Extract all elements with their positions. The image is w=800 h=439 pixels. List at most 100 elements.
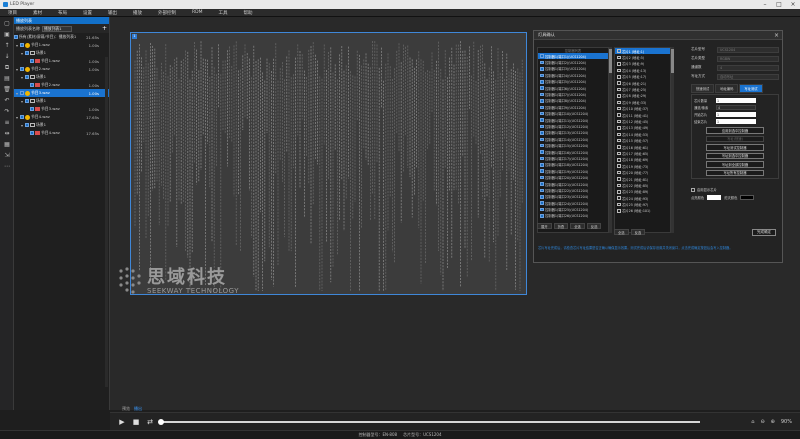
playlist-summary-row[interactable]: 所有(素材/屏幕/节目)：播放列表1 21.65s [14,33,109,41]
checkbox[interactable] [540,105,544,110]
chip-list-button[interactable]: 全选 [614,229,629,235]
playlist-item[interactable]: 节目1.wav 1.00s [14,57,109,65]
checkbox[interactable] [540,86,544,90]
checkbox[interactable] [617,126,621,130]
playlist-item[interactable]: 节目4.wav 17.65s [14,129,109,137]
checkbox[interactable] [617,119,621,124]
checkbox[interactable] [540,163,544,167]
checkbox[interactable] [617,151,621,156]
write-action-button[interactable]: 写址到全部控制器 [706,161,764,168]
checkbox[interactable] [617,158,621,162]
menu-item[interactable]: 播放 [125,10,150,16]
playlist-item[interactable]: ▾ 节目2.wav 1.00s [14,65,109,73]
write-action-button[interactable]: 写址(快速) [706,135,764,142]
menu-item[interactable]: 外部控制 [150,10,184,16]
checkbox[interactable] [540,54,544,58]
redo-icon[interactable]: ↷ [2,107,12,116]
checkbox[interactable] [20,43,24,47]
write-action-button[interactable]: 写址所有控制器 [706,169,764,176]
dialog-close-icon[interactable]: × [774,32,779,39]
menu-item[interactable]: 设置 [75,10,100,16]
chip-list-item[interactable]: 芯片26 (地址:101) [615,208,670,214]
playlist-item[interactable]: 节目2.wav 1.00s [14,81,109,89]
on-color-swatch[interactable] [707,195,722,200]
checkbox[interactable] [617,196,621,200]
checkbox[interactable] [617,55,621,60]
property-select[interactable]: RGBW [717,55,779,62]
checkbox[interactable] [540,182,544,186]
checkbox[interactable] [540,169,544,173]
fit-icon[interactable]: ⌂ [751,419,754,425]
property-select[interactable]: UCS1204 [717,46,779,53]
checkbox[interactable] [691,187,695,192]
checkbox[interactable] [540,143,544,148]
paste-icon[interactable]: ▤ [2,74,12,83]
menu-item[interactable]: RDM [184,10,210,15]
playlist-select[interactable]: 播放列表1 [42,25,72,32]
checkbox[interactable] [25,75,29,79]
playlist-item[interactable]: ▾ 场景1 [14,97,109,105]
add-icon[interactable]: + [102,25,107,32]
new-icon[interactable]: ▢ [2,19,12,28]
undo-icon[interactable]: ↶ [2,96,12,105]
checkbox[interactable] [617,132,621,137]
write-action-button[interactable]: 写址测试控制器 [706,144,764,151]
checkbox[interactable] [540,124,544,129]
checkbox[interactable] [540,99,544,103]
checkbox[interactable] [617,138,621,143]
checkbox[interactable] [25,99,29,103]
grid-icon[interactable]: ▦ [2,140,12,149]
playlist-item[interactable]: ▾ 节目4.wav 17.65s [14,113,109,121]
checkbox[interactable] [540,207,544,212]
menu-item[interactable]: 输出 [100,10,125,16]
checkbox[interactable] [30,131,34,135]
align-icon[interactable]: ≡ [2,118,12,127]
save-icon[interactable]: ▣ [2,30,12,39]
delete-icon[interactable]: 🗑 [2,85,12,94]
field-input[interactable]: 1 [716,112,756,117]
confirm-button[interactable]: 完成确定 [752,229,776,236]
menu-item[interactable]: 工具 [210,10,235,16]
checkbox[interactable] [20,115,24,119]
preview-canvas[interactable]: 1 [130,32,527,295]
checkbox[interactable] [25,51,29,55]
checkbox[interactable] [20,67,24,71]
stop-icon[interactable]: ■ [132,418,140,426]
checkbox[interactable] [540,201,544,205]
play-icon[interactable]: ▶ [118,418,126,426]
panel-scrollbar[interactable] [105,57,108,387]
checkbox[interactable] [14,35,18,39]
checkbox[interactable] [617,94,621,98]
checkbox[interactable] [617,68,621,73]
checkbox[interactable] [617,177,621,181]
checkbox[interactable] [540,195,544,199]
playlist-item[interactable]: ▾ 场景1 [14,49,109,57]
checkbox[interactable] [617,81,621,85]
property-select[interactable]: 自动写址 [717,73,779,80]
checkbox[interactable] [617,113,621,117]
checkbox[interactable] [617,164,621,168]
field-input[interactable]: 1 [716,119,756,124]
menu-item[interactable]: 帮助 [235,10,260,16]
property-tab[interactable]: 快速测试 [691,84,715,93]
checkbox[interactable] [540,67,544,71]
export-icon[interactable]: ⇲ [2,151,12,160]
checkbox[interactable] [540,73,544,78]
playlist-item[interactable]: ▾ 节目1.wav 1.00s [14,41,109,49]
checkbox[interactable] [540,156,544,161]
controller-list-button[interactable]: 展开 [537,223,552,229]
chip-list-scrollbar[interactable] [671,47,674,233]
checkbox[interactable] [617,170,621,175]
checkbox[interactable] [540,137,544,142]
timeline-thumb[interactable] [158,418,164,425]
more-icon[interactable]: ⋯ [2,162,12,171]
copy-icon[interactable]: ⧉ [2,63,12,72]
checkbox[interactable] [30,59,34,63]
write-action-button[interactable]: 应用到选中控制器 [706,127,764,134]
zoom-in-icon[interactable]: ⊕ [771,419,775,425]
checkbox[interactable] [540,80,544,84]
checkbox[interactable] [540,214,544,218]
checkbox[interactable] [617,62,621,66]
write-action-button[interactable]: 写址到选中控制器 [706,152,764,159]
checkbox[interactable] [540,131,544,135]
